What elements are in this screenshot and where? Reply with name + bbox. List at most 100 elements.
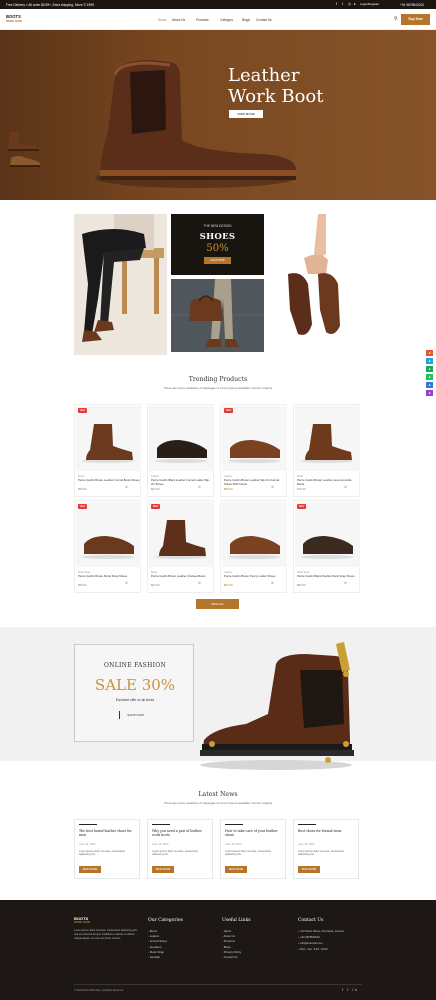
news-card-title[interactable]: The best brand leather shoes for men [79,829,137,837]
product-card[interactable]: Boots Pierre Cardin Brown Leather Lace-Up… [293,404,360,497]
news-card-title[interactable]: Why you need a pair of leather work boot… [152,829,210,837]
sale-big-text: SALE 30% [94,676,176,694]
product-card[interactable]: Loafers Pierre Cardin Black Leather Forma… [147,404,214,497]
product-image[interactable] [76,406,141,471]
product-card[interactable]: NEW Loafers Pierre Cardin Brown Leather Sl… [220,404,287,497]
banner-small-text: THE NEW DESIGN [203,224,232,228]
news-card[interactable]: Why you need a pair of leather work boot… [147,819,213,879]
product-image[interactable] [76,502,141,567]
read-more-button[interactable]: READ MORE [225,866,247,873]
trending-title: Trending Products [188,376,248,383]
hero-title: Leather Work Boot [228,65,323,107]
cart-icon[interactable]: ⊕ [344,581,347,585]
news-card-title[interactable]: Best shoes for formal wear [298,829,356,833]
product-name[interactable]: Pierre Cardin Black Double Monk Strap Sh… [297,574,359,579]
nav-blogs[interactable]: Blogs [242,18,250,22]
news-bar [79,824,97,826]
nav-contact[interactable]: Contact Us [256,18,272,22]
product-image[interactable] [295,406,360,471]
product-name[interactable]: Pierre Cardin Brown Leather Lace-Up Ankl… [297,478,359,486]
cart-icon[interactable]: ⊕ [125,485,128,489]
product-name[interactable]: Pierre Cardin Brown Leather Chelsea Boot… [151,574,213,579]
product-image[interactable] [149,502,214,567]
banner-man-seated[interactable] [74,214,167,355]
banner-bag-man[interactable] [171,279,264,352]
copyright: © 2024 Boots Work Shoe. All Rights Reser… [74,989,124,992]
twitter-icon[interactable]: t [342,2,343,6]
footer-logo-line2: WORK SHOE [74,921,91,925]
logo[interactable]: BOOTS WORK SHOE [6,14,22,24]
product-price: $59.00 [78,487,87,491]
footer-logo[interactable]: BOOTS WORK SHOE [74,916,91,926]
hero-banner: Leather Work Boot VIEW MORE [0,30,436,200]
read-more-button[interactable]: READ MORE [298,866,320,873]
news-card[interactable]: How to take care of your leather shoes Ju… [220,819,286,879]
footer-link-item[interactable]: Contact Us [222,955,241,960]
product-name[interactable]: Pierre Cardin Brown Leather Formal Boots… [78,478,140,483]
product-image[interactable] [295,502,360,567]
product-card[interactable]: NEW Boots Pierre Cardin Brown Leather Chel… [147,500,214,593]
cart-icon[interactable]: ⊕ [344,485,347,489]
cart-icon[interactable]: ⊕ [125,581,128,585]
side-widget-5[interactable]: ● [426,382,433,388]
news-date: June 19, 2024 [225,843,242,846]
news-card[interactable]: Best shoes for formal wear June 19, 2024 L… [293,819,359,879]
product-image[interactable] [222,406,287,471]
footer-contact-title: Contact Us [298,918,324,923]
news-card-title[interactable]: How to take care of your leather shoes [225,829,283,837]
product-card[interactable]: Loafers Pierre Cardin Brown Penny Loafer … [220,500,287,593]
top-bar: Free Delivery » All order $0.99+, Extra … [0,0,436,9]
hero-view-more-button[interactable]: VIEW MORE [229,110,263,118]
product-image[interactable] [149,406,214,471]
nav-about[interactable]: About Us [172,18,185,22]
buy-now-button[interactable]: Buy Now [401,14,430,25]
product-name[interactable]: Pierre Cardin Brown Leather Slip-On Form… [224,478,286,486]
news-card[interactable]: The best brand leather shoes for men June… [74,819,140,879]
side-widget-4[interactable]: ● [426,374,433,380]
product-name[interactable]: Pierre Cardin Black Leather Formal Loafe… [151,478,213,486]
product-name[interactable]: Pierre Cardin Brown Penny Loafer Shoes [224,574,286,579]
product-image[interactable] [222,502,287,567]
instagram-icon[interactable]: ◎ [348,2,351,6]
read-more-button[interactable]: READ MORE [152,866,174,873]
news-excerpt: Lorem ipsum dolor sit amet, consectetur … [298,850,345,857]
signin-link[interactable]: Login/Register [360,2,379,6]
cart-icon[interactable]: ⊕ [271,581,274,585]
footer-divider [74,984,362,985]
product-name[interactable]: Pierre Cardin Brown Monk Strap Shoes [78,574,140,579]
footer-phone-text: +91 9876543210 [300,936,320,939]
read-more-button[interactable]: READ MORE [79,866,101,873]
banner-shoes-hand[interactable] [268,214,361,355]
banner-shop-now-button[interactable]: SHOP NOW [204,257,231,264]
banner-shoes-sale[interactable]: THE NEW DESIGN SHOES 50% SHOP NOW [171,214,264,275]
nav-category[interactable]: Category [220,18,233,22]
nav-products[interactable]: Products [196,18,209,22]
youtube-icon[interactable]: ▸ [354,2,356,6]
footer-social[interactable]: f t in [342,987,359,992]
news-bar [225,824,243,826]
cart-icon[interactable]: ⊕ [198,581,201,585]
new-badge: NEW [78,408,87,413]
footer-cat-item[interactable]: Sandals [148,955,167,960]
product-card[interactable]: NEW Boots Pierre Cardin Brown Leather Form… [74,404,141,497]
product-card[interactable]: NEW Monk Strap Pierre Cardin Brown Monk St… [74,500,141,593]
search-icon[interactable]: ⚲ [394,16,398,22]
sale-shop-now-button[interactable]: SHOP NOW [119,711,151,719]
side-widget-2[interactable]: ● [426,358,433,364]
footer-cat-item[interactable]: Formal Shoes [148,939,167,944]
view-all-button[interactable]: VIEW ALL [196,599,239,609]
side-widget-3[interactable]: ● [426,366,433,372]
product-price: $64.00 [151,583,160,587]
cart-icon[interactable]: ⊕ [271,485,274,489]
trending-header: Trending Products There are many variati… [0,376,436,390]
news-date: June 19, 2024 [298,843,315,846]
facebook-icon[interactable]: f [336,2,337,6]
product-card[interactable]: NEW Monk Strap Pierre Cardin Black Double … [293,500,360,593]
news-bar [298,824,316,826]
side-widget-1[interactable]: ● [426,350,433,356]
new-badge: NEW [224,408,233,413]
cart-icon[interactable]: ⊕ [198,485,201,489]
nav-home[interactable]: Home [158,18,167,22]
site-header: BOOTS WORK SHOE Home About Us Products C… [0,9,436,30]
side-widget-6[interactable]: ● [426,390,433,396]
